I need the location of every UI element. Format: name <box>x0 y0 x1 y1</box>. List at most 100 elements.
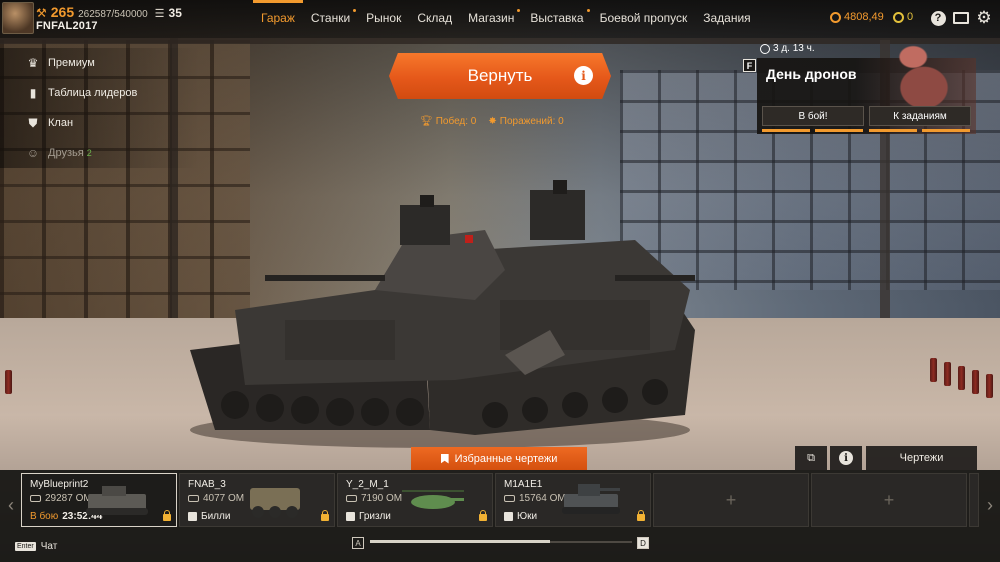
help-button[interactable]: ? <box>929 9 947 27</box>
settings-button[interactable]: ⚙ <box>975 8 993 27</box>
blueprint-slot[interactable]: Y_2_M_1 7190 ОМ Гризли <box>337 473 493 527</box>
main-nav: Гараж Станки Рынок Склад Магазин Выставк… <box>253 0 759 38</box>
coins-value: 4808,49 <box>844 11 884 23</box>
bookmark-icon <box>440 453 449 464</box>
blueprint-name: M1A1E1 <box>504 479 543 490</box>
wins-stat: 🏆︎ Побед: 0 <box>420 116 476 127</box>
empty-blueprint-slot[interactable]: + <box>653 473 809 527</box>
side-item-premium[interactable]: ♛ Премиум <box>0 48 200 78</box>
scroll-right-arrow[interactable]: › <box>982 490 998 520</box>
crown-icon: ♛ <box>27 56 39 70</box>
nav-label: Выставка <box>530 11 584 25</box>
in-battle-label: В бою <box>30 511 59 522</box>
blueprints-button[interactable]: Чертежи <box>866 446 977 470</box>
key-hint-right: D <box>637 537 649 549</box>
event-tasks-button[interactable]: К заданиям <box>869 106 971 126</box>
badges-balance[interactable]: 0 <box>893 11 913 23</box>
mail-icon <box>953 12 969 24</box>
chat-button[interactable]: Enter Чат <box>15 541 57 552</box>
scroll-left-arrow[interactable]: ‹ <box>3 490 19 520</box>
nav-label: Боевой пропуск <box>599 11 688 25</box>
event-timer-value: 3 д. 13 ч. <box>773 43 815 54</box>
side-menu: ♛ Премиум ▮ Таблица лидеров ⛊ Клан ☺ Дру… <box>0 48 200 168</box>
blueprint-slot[interactable]: M1A1E1 15764 ОМ Юки <box>495 473 651 527</box>
blueprint-power-value: 7190 ОМ <box>361 493 403 504</box>
paint-button[interactable]: ⧉ <box>795 446 827 470</box>
return-button[interactable]: Вернуть i <box>389 53 611 99</box>
level-row: ⚒ 265 262587/540000 ☰ 35 <box>36 4 182 20</box>
trophy-icon: 🏆︎ <box>420 116 433 127</box>
badge-icon <box>893 11 904 23</box>
nav-market[interactable]: Рынок <box>358 0 409 38</box>
avatar[interactable] <box>2 2 34 34</box>
bollard <box>986 374 993 398</box>
chat-label: Чат <box>40 541 58 552</box>
help-icon: ? <box>930 10 946 26</box>
losses-label: Поражений: 0 <box>499 116 564 127</box>
info-button[interactable]: i <box>830 446 862 470</box>
event-battle-button[interactable]: В бой! <box>762 106 864 126</box>
player-level: 265 <box>50 4 75 20</box>
empty-blueprint-slot[interactable]: + <box>811 473 967 527</box>
side-item-label: Таблица лидеров <box>48 87 138 99</box>
blueprint-name: FNAB_3 <box>188 479 226 490</box>
level-icon: ⚒ <box>36 6 47 20</box>
clan-shield-icon: ⛊ <box>28 116 38 130</box>
nav-label: Рынок <box>366 11 402 25</box>
friends-icon: ☺ <box>26 146 40 160</box>
favorite-blueprints-tab[interactable]: Избранные чертежи <box>411 447 587 470</box>
messages-button[interactable] <box>952 9 970 27</box>
nav-battle-pass[interactable]: Боевой пропуск <box>592 0 696 38</box>
coins-balance[interactable]: 4808,49 <box>830 11 884 23</box>
reputation-icon: ☰ <box>154 8 165 20</box>
top-bar: ⚒ 265 262587/540000 ☰ 35 FNFAL2017 Гараж… <box>0 0 1000 38</box>
nav-label: Гараж <box>261 11 295 25</box>
nav-tasks[interactable]: Задания <box>695 0 758 38</box>
side-item-label: Премиум <box>48 57 95 69</box>
faction-icon <box>188 512 197 521</box>
blueprint-faction: Билли <box>188 511 230 522</box>
nav-store[interactable]: Магазин <box>460 0 522 38</box>
blueprint-slot[interactable]: FNAB_3 4077 ОМ Билли <box>179 473 335 527</box>
notification-dot <box>586 9 590 12</box>
car-icon <box>346 495 357 502</box>
notification-dot <box>353 9 357 12</box>
blueprints-label: Чертежи <box>899 452 944 464</box>
player-nickname: FNFAL2017 <box>36 20 98 32</box>
car-icon <box>188 495 199 502</box>
blueprint-faction: Гризли <box>346 511 391 522</box>
faction-name: Билли <box>201 511 231 522</box>
wins-label: Побед: 0 <box>435 116 477 127</box>
blueprint-power-value: 4077 ОМ <box>203 493 245 504</box>
nav-label: Станки <box>310 11 351 25</box>
event-timer: 3 д. 13 ч. <box>760 43 815 54</box>
nav-garage[interactable]: Гараж <box>253 0 303 38</box>
nav-workbenches[interactable]: Станки <box>303 0 358 38</box>
lock-icon <box>163 510 171 521</box>
lock-icon <box>479 510 487 521</box>
info-icon[interactable]: i <box>574 66 593 85</box>
side-item-clan[interactable]: ⛊ Клан <box>0 108 200 138</box>
side-item-friends[interactable]: ☺ Друзья 2 <box>0 138 200 168</box>
nav-storage[interactable]: Склад <box>409 0 460 38</box>
player-vehicle <box>190 180 695 448</box>
vehicle-thumbnail <box>562 484 620 514</box>
blueprint-faction: Юки <box>504 511 537 522</box>
nav-exhibition[interactable]: Выставка <box>522 0 591 38</box>
side-item-leaderboard[interactable]: ▮ Таблица лидеров <box>0 78 200 108</box>
losses-stat: ✸ Поражений: 0 <box>488 116 563 127</box>
lock-icon <box>321 510 329 521</box>
blueprint-name: Y_2_M_1 <box>346 479 389 490</box>
event-tasks-label: К заданиям <box>893 110 947 122</box>
blueprint-slot[interactable]: MyBlueprint2 29287 ОМ В бою 23:52:44 <box>21 473 177 527</box>
vehicle-thumbnail <box>402 490 464 509</box>
event-progress-segment <box>815 129 863 132</box>
key-hint-left: A <box>352 537 364 549</box>
favorite-blueprints-label: Избранные чертежи <box>454 452 558 465</box>
defeat-icon: ✸ <box>488 116 497 127</box>
roof-beam <box>0 38 1000 44</box>
bollard <box>972 370 979 394</box>
strip-scrollbar-thumb[interactable] <box>370 540 550 543</box>
faction-name: Гризли <box>359 511 391 522</box>
enter-key-icon: Enter <box>15 542 36 551</box>
